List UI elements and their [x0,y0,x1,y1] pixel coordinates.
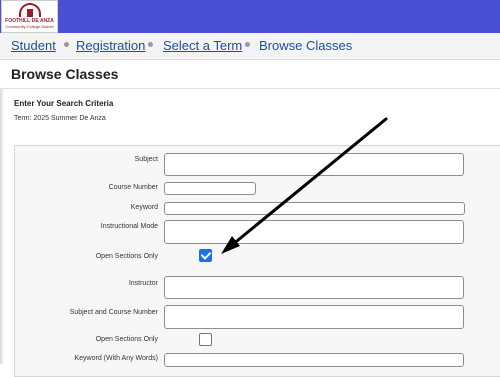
annotation-arrow-icon [221,117,388,254]
